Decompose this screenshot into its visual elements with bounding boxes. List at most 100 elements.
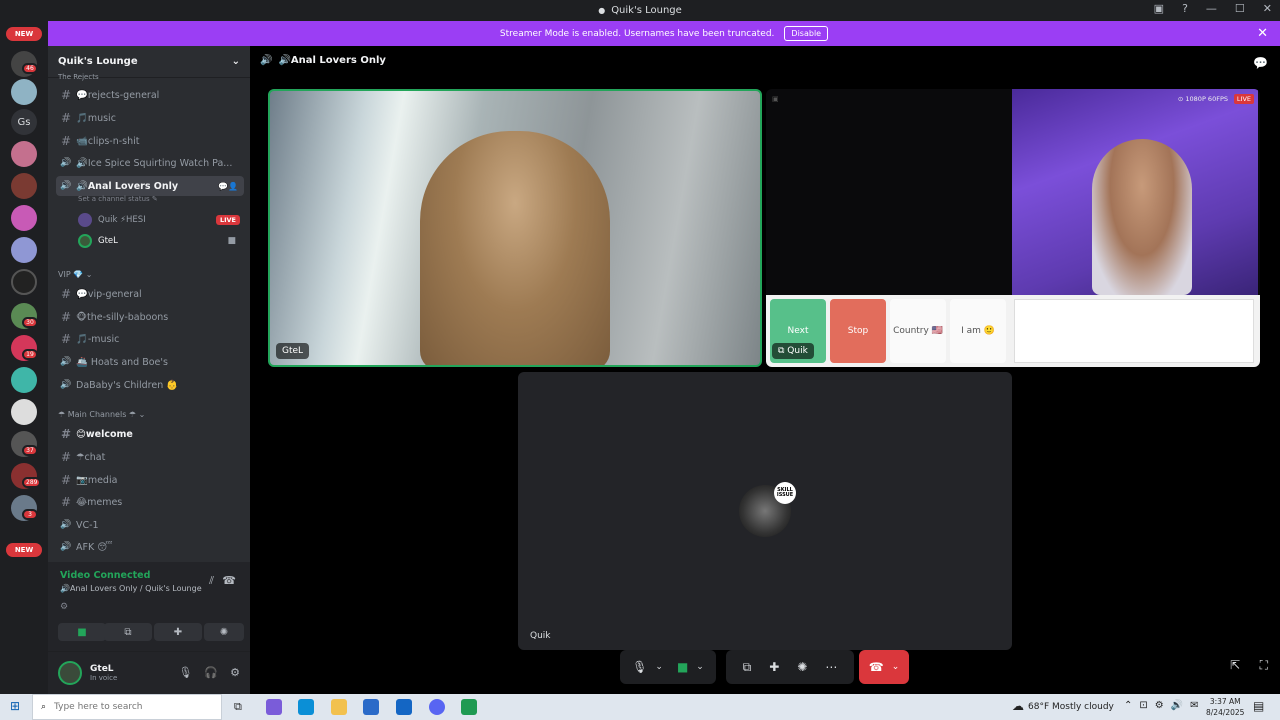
headphones-icon[interactable]: 🎧 <box>204 666 218 679</box>
taskbar-search[interactable]: ⌕ <box>32 694 222 720</box>
channel-status[interactable]: Set a channel status ✎ <box>78 195 158 203</box>
screen-share-button[interactable]: ⧉ <box>104 623 152 641</box>
person-silhouette <box>1092 139 1192 295</box>
edge-icon[interactable] <box>298 699 314 715</box>
server-icon[interactable] <box>11 141 37 167</box>
server-icon[interactable] <box>11 269 37 295</box>
category-main[interactable]: ☂ Main Channels ☂ ⌄ <box>58 410 145 419</box>
screen-share-icon: ⧉ <box>778 346 788 356</box>
text-channel-icon: # <box>60 134 72 148</box>
soundboard-button[interactable]: ✺ <box>204 623 244 641</box>
maximize-button[interactable]: ☐ <box>1235 2 1245 15</box>
voice-channel-active[interactable]: 🔊 🔊Anal Lovers Only 💬👤 <box>56 176 244 196</box>
server-icon-gs[interactable]: Gs <box>11 109 37 135</box>
voice-channel-dababy[interactable]: 🔊 DaBaby's Children 👶 <box>56 375 244 395</box>
channel-vip-general[interactable]: # 💬vip-general <box>56 284 244 304</box>
store-icon[interactable] <box>363 699 379 715</box>
minimize-button[interactable]: — <box>1206 2 1217 15</box>
connection-status[interactable]: Video Connected <box>60 570 150 581</box>
fullscreen-icon[interactable]: ⛶ <box>1260 658 1268 673</box>
server-name: Quik's Lounge <box>58 56 138 67</box>
system-tray-icons[interactable]: ⌃⊡⚙🔊✉ <box>1124 700 1206 711</box>
window-titlebar: ● Quik's Lounge ▣ ? — ☐ ✕ <box>0 0 1280 21</box>
voice-connection-panel: Video Connected 🔊Anal Lovers Only / Quik… <box>48 562 250 652</box>
app-icon[interactable] <box>461 699 477 715</box>
noise-suppression-icon[interactable]: ⫽ <box>209 574 214 588</box>
microphone-icon[interactable]: 🎙 <box>632 660 647 674</box>
mention-badge: 37 <box>22 445 38 456</box>
disconnect-button[interactable]: ☎ ⌄ <box>859 650 909 684</box>
clock[interactable]: 3:37 AM 8/24/2025 <box>1206 696 1244 718</box>
speaker-icon: 🔊 <box>60 520 72 530</box>
text-channel-icon: # <box>60 473 72 487</box>
voice-channel-vc1[interactable]: 🔊 VC-1 <box>56 515 244 535</box>
voice-user-gtel[interactable]: GteL ■ <box>78 232 240 250</box>
server-icon[interactable] <box>11 205 37 231</box>
more-options-icon[interactable]: ⋯ <box>825 660 837 674</box>
voice-channel-hoats[interactable]: 🔊 🚢 Hoats and Boe's <box>56 352 244 372</box>
chat-icon[interactable]: 💬👤 <box>218 182 238 191</box>
video-tile-quik[interactable]: SKILL ISSUE Quik <box>518 372 1012 650</box>
microphone-icon[interactable]: 🎙 <box>178 666 192 679</box>
user-status: In voice <box>90 674 118 682</box>
outlook-icon[interactable] <box>396 699 412 715</box>
help-icon[interactable]: ? <box>1182 2 1188 15</box>
windows-start-icon[interactable]: ⊞ <box>10 699 20 713</box>
category-vip[interactable]: VIP 💎 ⌄ <box>58 270 92 279</box>
camera-icon: ■ <box>77 626 87 638</box>
user-avatar[interactable] <box>58 661 82 685</box>
server-icon[interactable] <box>11 367 37 393</box>
channel-music[interactable]: # 🎵music <box>56 108 244 128</box>
gear-icon[interactable]: ⚙ <box>230 666 240 679</box>
channel-welcome[interactable]: # 😊welcome <box>56 424 244 444</box>
video-tile-gtel[interactable]: GteL <box>268 89 762 367</box>
server-icon[interactable] <box>11 237 37 263</box>
voice-channel-ice-spice[interactable]: 🔊 🔊Ice Spice Squirting Watch Pa... <box>56 153 244 173</box>
live-badge: LIVE <box>215 215 240 225</box>
text-channel-icon: # <box>60 450 72 464</box>
channel-chat[interactable]: # ☂chat <box>56 447 244 467</box>
camera-icon[interactable]: ■ <box>677 660 688 674</box>
text-channel-icon: # <box>60 495 72 509</box>
weather-text[interactable]: 68°F Mostly cloudy <box>1028 702 1114 712</box>
camera-options-chevron-icon[interactable]: ⌄ <box>696 662 704 672</box>
disable-streamer-mode-button[interactable]: Disable <box>784 26 829 41</box>
chat-icon[interactable]: 💬 <box>1253 56 1268 70</box>
notifications-icon[interactable]: ▤ <box>1253 699 1264 713</box>
server-list: NEW 46 Gs 30 19 37 289 3 NEW <box>0 21 48 694</box>
disconnect-icon[interactable]: ☎ <box>222 574 236 587</box>
stream-stop-button[interactable]: Stop <box>830 299 886 363</box>
text-channel-icon: # <box>60 287 72 301</box>
stream-tile-quik[interactable]: ▣ ⊙ 1080P 60FPS LIVE Next Stop Country 🇺… <box>766 89 1260 367</box>
channel-clips[interactable]: # 📹clips-n-shit <box>56 131 244 151</box>
camera-button[interactable]: ■ <box>58 623 106 641</box>
channel-media[interactable]: # 📷media <box>56 470 244 490</box>
channel-memes[interactable]: # 😂memes <box>56 492 244 512</box>
voice-channel-afk[interactable]: 🔊 AFK 😴 <box>56 537 244 557</box>
channel-rejects-general[interactable]: # 💬rejects-general <box>56 85 244 105</box>
close-button[interactable]: ✕ <box>1263 2 1272 15</box>
server-icon[interactable] <box>11 173 37 199</box>
mic-options-chevron-icon[interactable]: ⌄ <box>655 662 663 672</box>
server-icon[interactable] <box>11 79 37 105</box>
pop-out-icon[interactable]: ⇱ <box>1230 658 1240 672</box>
camera-icon: ■ <box>227 236 236 246</box>
voice-user-quik[interactable]: Quik ⚡HESI LIVE <box>78 211 240 229</box>
screen-share-icon[interactable]: ⧉ <box>743 660 752 675</box>
discord-icon[interactable] <box>429 699 445 715</box>
activity-button[interactable]: ✚ <box>154 623 202 641</box>
inbox-icon[interactable]: ▣ <box>1154 2 1164 15</box>
server-icon[interactable] <box>11 399 37 425</box>
channel-vip-music[interactable]: # 🎵-music <box>56 329 244 349</box>
stream-iam-button[interactable]: I am 🙂 <box>950 299 1006 363</box>
gamepad-icon[interactable]: ✚ <box>769 660 779 674</box>
close-banner-icon[interactable]: ✕ <box>1257 26 1268 41</box>
task-view-icon[interactable]: ⧉ <box>234 700 242 714</box>
tile-name: GteL <box>276 343 310 359</box>
stream-country-button[interactable]: Country 🇺🇸 <box>890 299 946 363</box>
copilot-icon[interactable] <box>266 699 282 715</box>
soundboard-icon[interactable]: ✺ <box>797 660 807 674</box>
file-explorer-icon[interactable] <box>331 699 347 715</box>
search-input[interactable] <box>54 702 195 712</box>
channel-silly-baboons[interactable]: # 🐵the-silly-baboons <box>56 307 244 327</box>
